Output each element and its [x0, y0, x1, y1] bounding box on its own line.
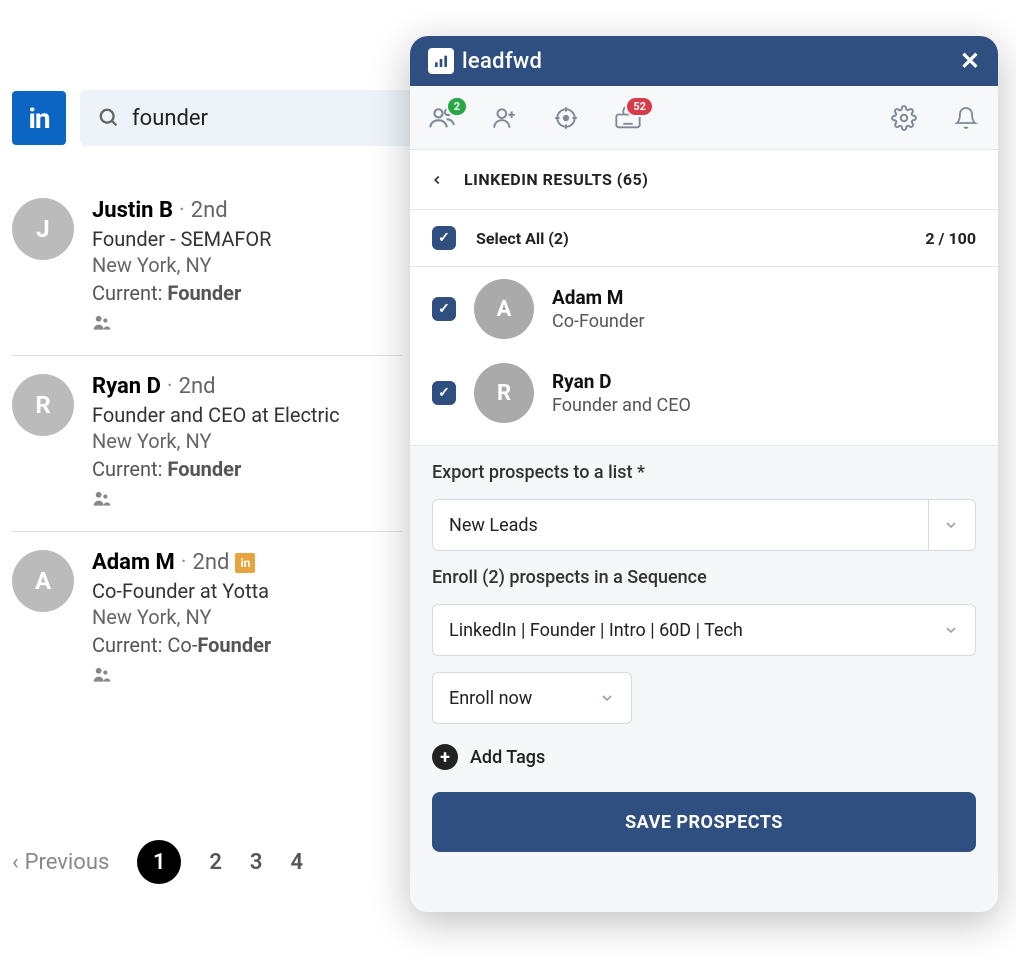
export-list-select[interactable]: New Leads — [432, 499, 976, 551]
plus-icon: + — [432, 744, 458, 770]
target-tab[interactable] — [552, 104, 580, 132]
selection-counter: 2 / 100 — [925, 229, 976, 248]
connection-degree: 2nd — [191, 198, 228, 223]
chevron-down-icon — [599, 690, 615, 706]
chevron-down-icon — [928, 500, 959, 550]
previous-button[interactable]: ‹ Previous — [12, 850, 109, 875]
result-location: New York, NY — [92, 429, 402, 453]
prospect-checkbox[interactable]: ✓ — [432, 297, 456, 321]
avatar: R — [12, 374, 74, 436]
brand: leadfwd — [428, 48, 542, 74]
result-location: New York, NY — [92, 605, 402, 629]
sequence-select[interactable]: LinkedIn | Founder | Intro | 60D | Tech — [432, 604, 976, 656]
contacts-badge: 2 — [446, 96, 468, 117]
result-location: New York, NY — [92, 253, 402, 277]
page-3[interactable]: 3 — [250, 850, 263, 875]
select-all-label: Select All (2) — [476, 229, 569, 248]
close-button[interactable]: ✕ — [960, 47, 980, 75]
notifications-button[interactable] — [952, 104, 980, 132]
result-title: Founder and CEO at Electric — [92, 403, 402, 427]
search-results: J Justin B · 2nd Founder - SEMAFOR New Y… — [12, 180, 402, 707]
result-current: Current: Founder — [92, 457, 402, 481]
search-icon — [98, 107, 120, 129]
search-value: founder — [132, 106, 208, 131]
prospect-list: ✓ A Adam M Co-Founder ✓ R Ryan D Founder… — [410, 267, 998, 446]
pagination: ‹ Previous 1 2 3 4 — [12, 840, 303, 884]
avatar: A — [12, 550, 74, 612]
result-name: Justin B — [92, 198, 173, 223]
keyboard-badge: 52 — [625, 96, 654, 117]
keyboard-tab[interactable]: 52 — [614, 104, 642, 132]
chevron-down-icon — [943, 622, 959, 638]
chevron-left-icon: ‹ — [12, 850, 19, 875]
prospect-name: Adam M — [552, 286, 976, 309]
settings-button[interactable] — [890, 104, 918, 132]
avatar: R — [474, 363, 534, 423]
result-title: Co-Founder at Yotta — [92, 579, 402, 603]
result-title: Founder - SEMAFOR — [92, 227, 402, 251]
prospect-title: Co-Founder — [552, 311, 976, 332]
back-button[interactable] — [430, 173, 444, 187]
enroll-label: Enroll (2) prospects in a Sequence — [432, 567, 976, 588]
avatar: J — [12, 198, 74, 260]
brand-icon — [428, 48, 454, 74]
breadcrumb: LINKEDIN RESULTS (65) — [410, 150, 998, 210]
enroll-timing-select[interactable]: Enroll now — [432, 672, 632, 724]
save-prospects-button[interactable]: SAVE PROSPECTS — [432, 792, 976, 852]
linkedin-logo[interactable]: in — [12, 91, 66, 145]
list-item[interactable]: A Adam M · 2nd in Co-Founder at Yotta Ne… — [12, 532, 402, 707]
toolbar: 2 52 — [410, 86, 998, 150]
leadfwd-panel: leadfwd ✕ 2 52 — [410, 36, 998, 912]
connection-degree: 2nd — [179, 374, 216, 399]
list-item[interactable]: J Justin B · 2nd Founder - SEMAFOR New Y… — [12, 180, 402, 356]
page-4[interactable]: 4 — [290, 850, 303, 875]
premium-badge-icon: in — [235, 553, 255, 573]
crumb-title: LINKEDIN RESULTS (65) — [464, 170, 648, 189]
people-icon — [92, 313, 402, 333]
export-form: Export prospects to a list * New Leads E… — [410, 446, 998, 912]
select-all-checkbox[interactable]: ✓ — [432, 226, 456, 250]
connection-degree: 2nd — [192, 550, 229, 575]
prospect-row[interactable]: ✓ R Ryan D Founder and CEO — [410, 351, 998, 435]
prospect-name: Ryan D — [552, 370, 976, 393]
result-current: Current: Co-Founder — [92, 633, 402, 657]
prospect-title: Founder and CEO — [552, 395, 976, 416]
page-1[interactable]: 1 — [137, 840, 181, 884]
people-icon — [92, 489, 402, 509]
list-item[interactable]: R Ryan D · 2nd Founder and CEO at Electr… — [12, 356, 402, 532]
contacts-tab[interactable]: 2 — [428, 104, 456, 132]
result-name: Adam M — [92, 550, 175, 575]
people-icon — [92, 665, 402, 685]
result-name: Ryan D — [92, 374, 161, 399]
add-contact-tab[interactable] — [490, 104, 518, 132]
prospect-checkbox[interactable]: ✓ — [432, 381, 456, 405]
prospect-row[interactable]: ✓ A Adam M Co-Founder — [410, 267, 998, 351]
export-label: Export prospects to a list * — [432, 462, 976, 483]
avatar: A — [474, 279, 534, 339]
select-all-row: ✓ Select All (2) 2 / 100 — [410, 210, 998, 267]
result-current: Current: Founder — [92, 281, 402, 305]
panel-header: leadfwd ✕ — [410, 36, 998, 86]
add-tags-button[interactable]: + Add Tags — [432, 744, 976, 770]
page-2[interactable]: 2 — [209, 850, 222, 875]
